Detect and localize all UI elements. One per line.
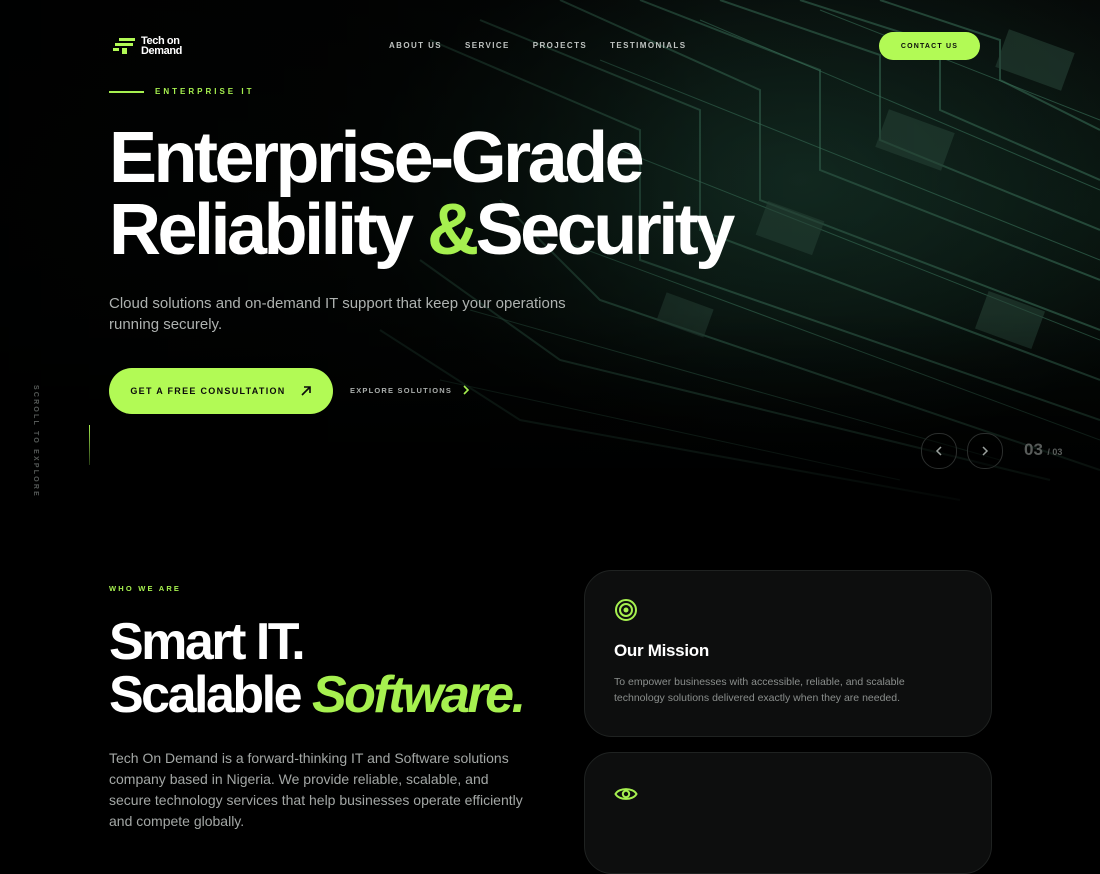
- explore-label: EXPLORE SOLUTIONS: [350, 385, 453, 395]
- contact-us-button[interactable]: CONTACT US: [879, 32, 980, 60]
- scroll-to-explore: SCROLL TO EXPLORE: [32, 385, 39, 498]
- nav-service[interactable]: SERVICE: [465, 41, 510, 50]
- vision-card: [584, 752, 992, 874]
- mission-title: Our Mission: [614, 641, 709, 660]
- cta-label: GET A FREE CONSULTATION: [130, 386, 286, 396]
- about-title-line1: Smart IT.: [109, 613, 306, 671]
- slide-current: 03: [1024, 440, 1043, 459]
- slide-total: / 03: [1047, 447, 1063, 457]
- about-title-line2a: Scalable: [109, 666, 312, 724]
- hero-title-line2b: Security: [475, 190, 736, 270]
- eye-icon: [614, 788, 638, 800]
- mission-card: Our Mission To empower businesses with a…: [584, 570, 992, 737]
- about-body: Tech On Demand is a forward-thinking IT …: [109, 750, 523, 829]
- logo-text: Tech on Demand: [141, 36, 182, 57]
- hero-subtitle: Cloud solutions and on-demand IT support…: [109, 295, 566, 333]
- target-icon: [615, 599, 637, 621]
- hero-title-ampersand: &: [427, 190, 479, 270]
- about-title-accent: Software.: [311, 666, 526, 724]
- nav-about-us[interactable]: ABOUT US: [389, 41, 442, 50]
- logo-text-line2: Demand: [141, 45, 182, 57]
- hero-title-line1: Enterprise-Grade: [109, 118, 645, 198]
- chevron-left-icon: [935, 446, 942, 456]
- explore-solutions-link[interactable]: EXPLORE SOLUTIONS: [350, 385, 470, 395]
- hero-title: Enterprise-Grade Reliability &Security: [109, 122, 735, 266]
- nav-testimonials[interactable]: TESTIMONIALS: [610, 41, 686, 50]
- main-nav: ABOUT US SERVICE PROJECTS TESTIMONIALS: [389, 41, 686, 50]
- eyebrow-line: [109, 90, 144, 93]
- previous-slide-button[interactable]: [921, 433, 957, 469]
- chevron-right-icon: [463, 385, 470, 395]
- arrow-up-right-icon: [301, 386, 311, 396]
- hero-eyebrow-text: ENTERPRISE IT: [155, 87, 255, 96]
- logo-icon: [113, 38, 135, 54]
- nav-projects[interactable]: PROJECTS: [533, 41, 587, 50]
- scroll-indicator-line: [89, 425, 90, 465]
- who-we-are-eyebrow: WHO WE ARE: [109, 584, 182, 593]
- free-consultation-button[interactable]: GET A FREE CONSULTATION: [109, 368, 333, 414]
- hero-eyebrow: ENTERPRISE IT: [109, 87, 254, 96]
- mission-text: To empower businesses with accessible, r…: [614, 676, 905, 704]
- hero-title-line2a: Reliability: [109, 190, 428, 270]
- chevron-right-icon: [982, 446, 989, 456]
- next-slide-button[interactable]: [967, 433, 1003, 469]
- about-title: Smart IT. Scalable Software.: [109, 613, 526, 724]
- slide-counter: 03 / 03: [1024, 440, 1062, 460]
- brand-logo[interactable]: Tech on Demand: [113, 36, 182, 57]
